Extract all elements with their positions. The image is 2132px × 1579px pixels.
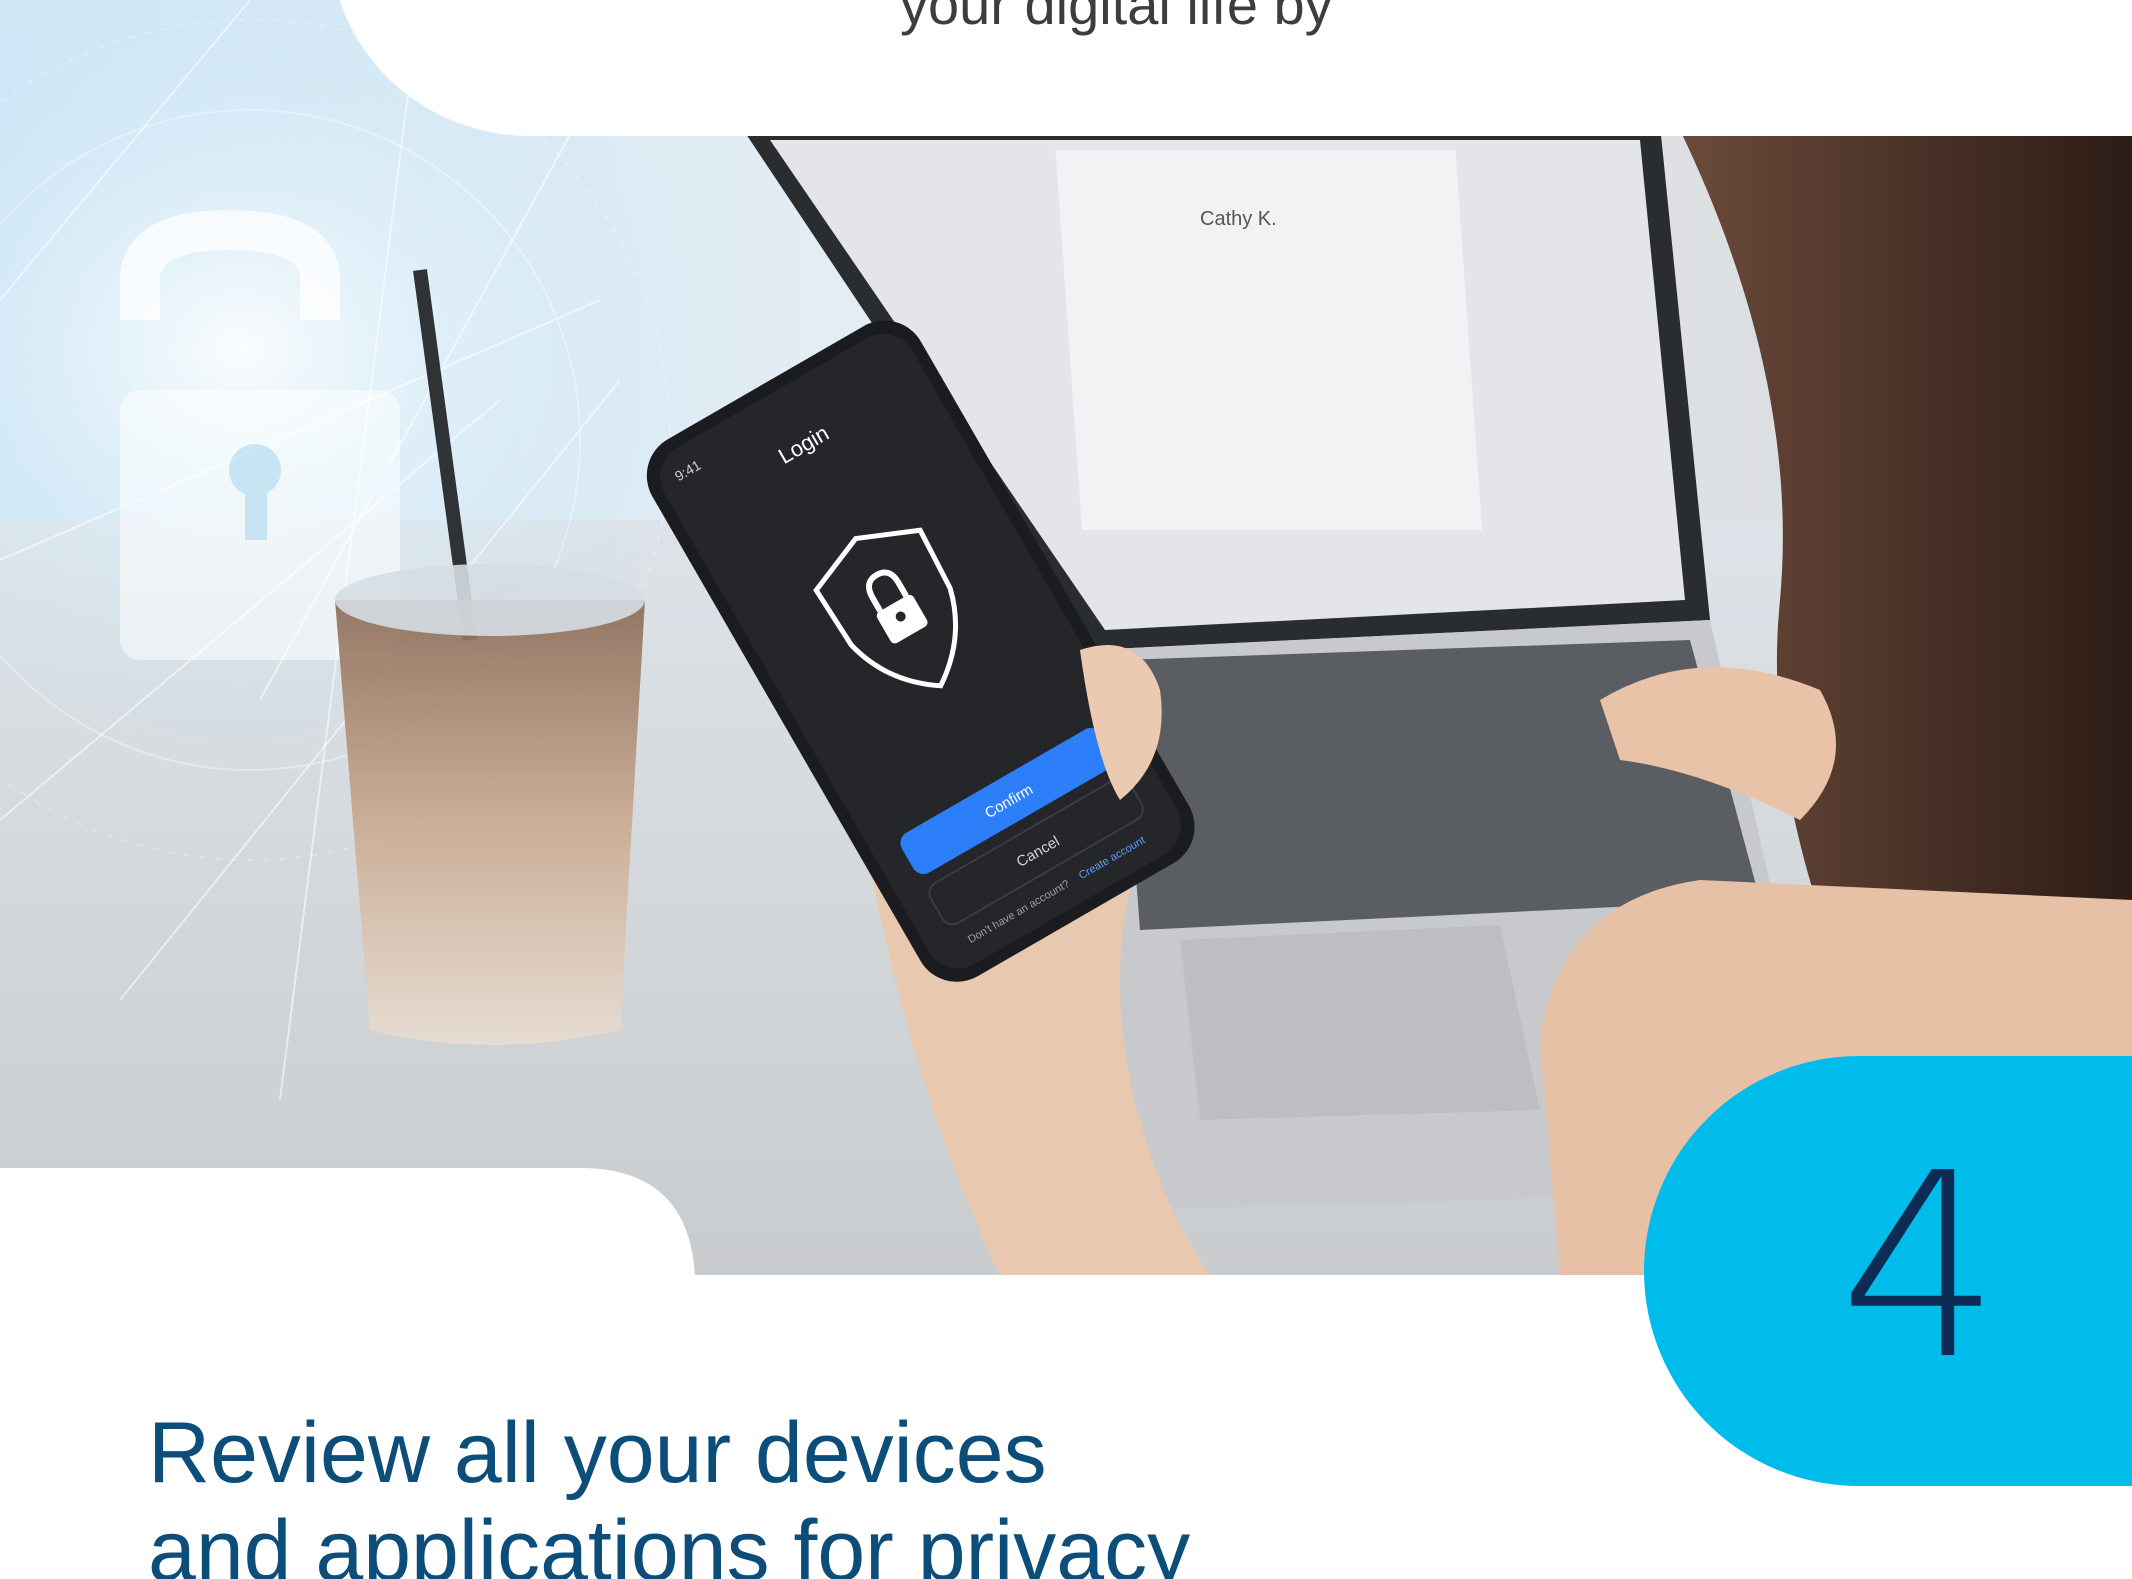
page: Cathy K. 9:41 Login Confirm Cancel Don't… — [0, 0, 2132, 1579]
headline-line-1: Review all your devices — [148, 1405, 1047, 1501]
step-number: 4 — [1838, 1119, 2002, 1416]
bottom-white-wave — [0, 1168, 1000, 1368]
headline-line-2: and applications for privacy — [148, 1503, 1191, 1579]
top-partial-text: your digital life by — [900, 0, 1333, 36]
headline: Review all your devices and applications… — [148, 1404, 1648, 1579]
laptop-user-name: Cathy K. — [1200, 208, 1277, 230]
